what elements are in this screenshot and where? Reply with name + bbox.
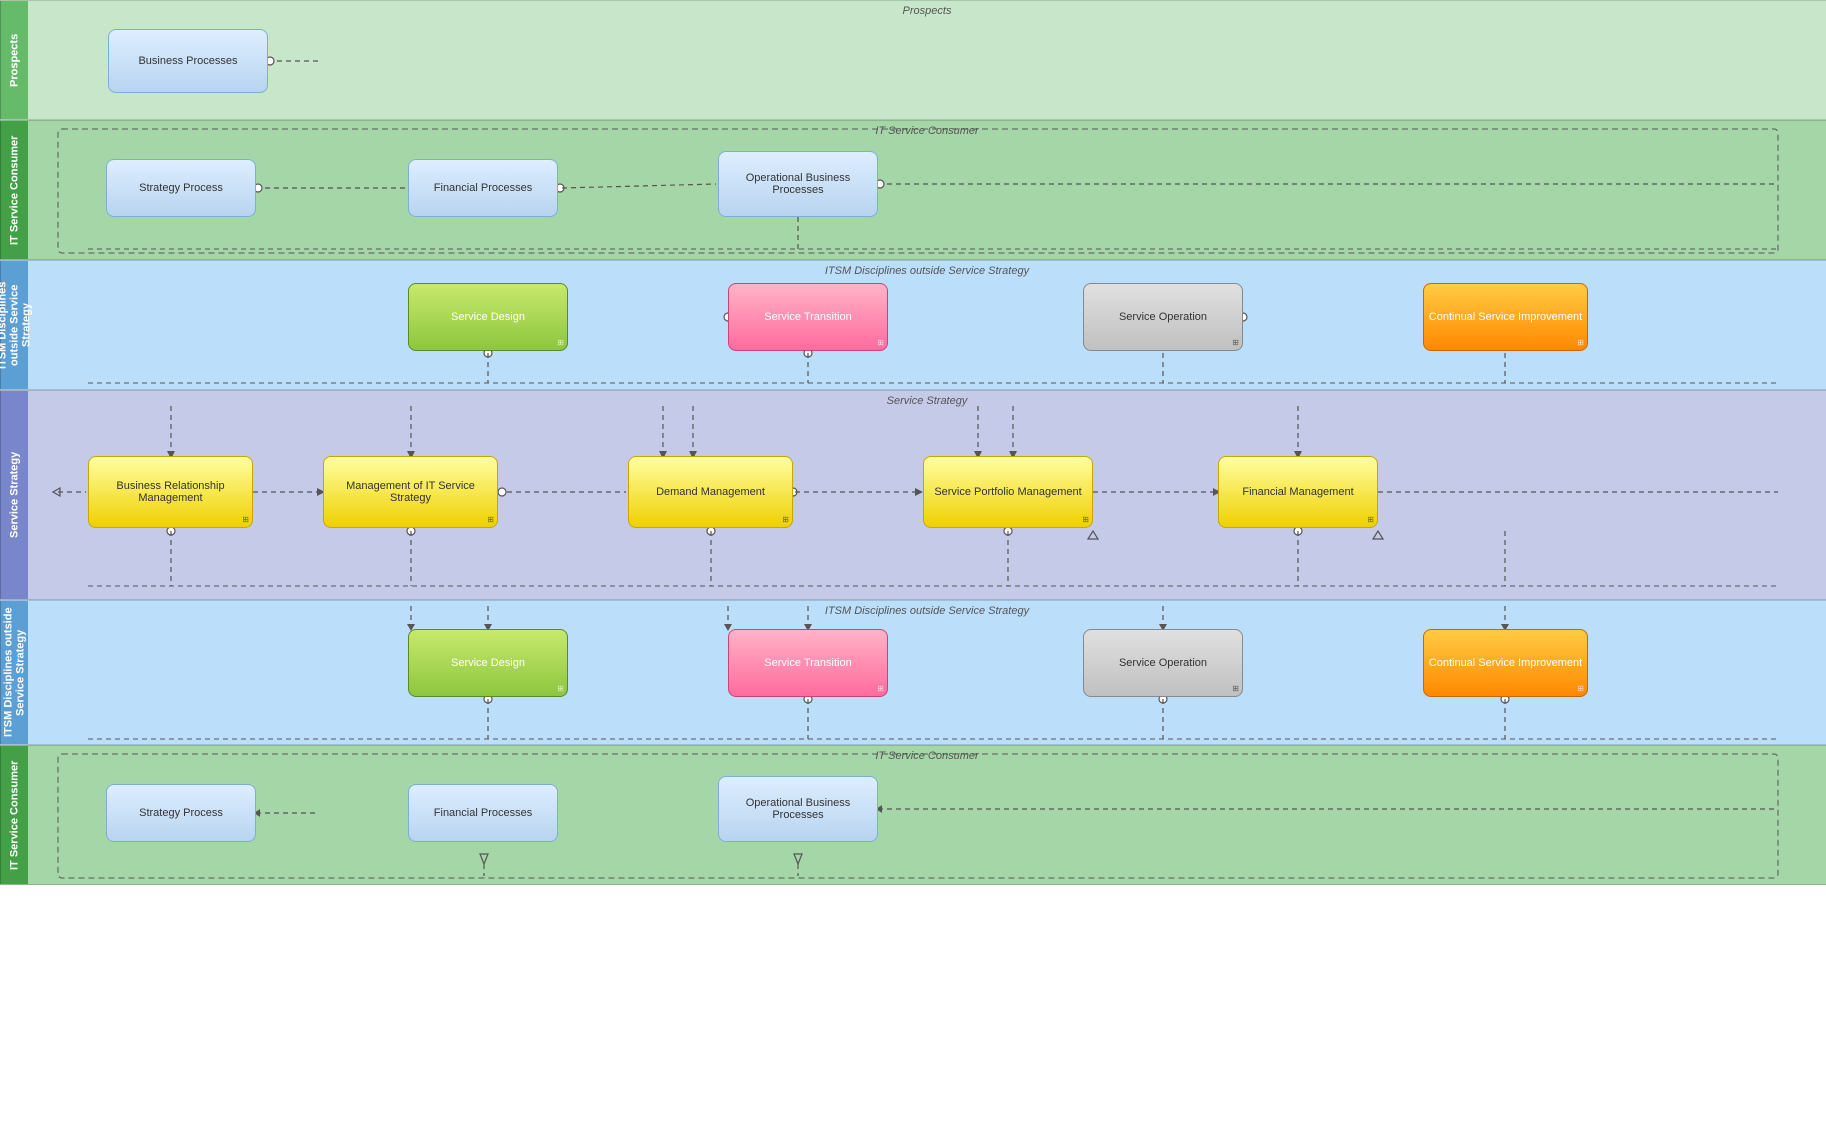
node-service-transition-2[interactable]: Service Transition ⊞ — [728, 629, 888, 697]
connections-row1 — [28, 1, 1826, 119]
swimlane-title-itsm-1: ITSM Disciplines outside Service Strateg… — [825, 265, 1029, 277]
swimlane-content-it-consumer-1: IT Service Consumer Strategy Process Fin… — [28, 121, 1826, 259]
swimlane-title-it-consumer-2: IT Service Consumer — [875, 750, 978, 762]
node-service-portfolio-management[interactable]: Service Portfolio Management ⊞ — [923, 456, 1093, 528]
swimlane-content-prospects: Prospects Business Processes — [28, 1, 1826, 119]
swimlane-label-prospects: Prospects — [0, 1, 28, 119]
node-service-operation-1[interactable]: Service Operation ⊞ — [1083, 283, 1243, 351]
swimlane-content-itsm-outside-2: ITSM Disciplines outside Service Strateg… — [28, 601, 1826, 744]
node-continual-service-improvement-2[interactable]: Continual Service Improvement ⊞ — [1423, 629, 1588, 697]
swimlane-content-service-strategy: Service Strategy Business Relationship M… — [28, 391, 1826, 599]
node-demand-management[interactable]: Demand Management ⊞ — [628, 456, 793, 528]
swimlane-label-service-strategy: Service Strategy — [0, 391, 28, 599]
swimlane-prospects: Prospects Prospects Business Processes — [0, 0, 1826, 120]
node-strategy-process-2[interactable]: Strategy Process — [106, 784, 256, 842]
swimlane-content-itsm-outside-1: ITSM Disciplines outside Service Strateg… — [28, 261, 1826, 389]
diagram-container: Prospects Prospects Business Processes I… — [0, 0, 1826, 1123]
swimlane-it-consumer-2: IT Service Consumer IT Service Consumer … — [0, 745, 1826, 885]
connections-row6 — [28, 746, 1826, 884]
node-service-operation-2[interactable]: Service Operation ⊞ — [1083, 629, 1243, 697]
node-business-processes[interactable]: Business Processes — [108, 29, 268, 93]
node-strategy-process-1[interactable]: Strategy Process — [106, 159, 256, 217]
swimlane-content-it-consumer-2: IT Service Consumer Strategy Process Fin… — [28, 746, 1826, 884]
node-financial-management[interactable]: Financial Management ⊞ — [1218, 456, 1378, 528]
swimlane-itsm-outside-1: ITSM Disciplines outside Service Strateg… — [0, 260, 1826, 390]
node-miss[interactable]: Management of IT Service Strategy ⊞ — [323, 456, 498, 528]
connections-row2 — [28, 121, 1826, 259]
swimlane-label-itsm-outside-1: ITSM Disciplines outside Service Strateg… — [0, 261, 28, 389]
swimlane-title-itsm-2: ITSM Disciplines outside Service Strateg… — [825, 605, 1029, 617]
node-brm[interactable]: Business Relationship Management ⊞ — [88, 456, 253, 528]
swimlane-service-strategy: Service Strategy Service Strategy Busine… — [0, 390, 1826, 600]
node-continual-service-improvement-1[interactable]: Continual Service Improvement ⊞ — [1423, 283, 1588, 351]
node-financial-processes-1[interactable]: Financial Processes — [408, 159, 558, 217]
swimlane-label-it-consumer-2: IT Service Consumer — [0, 746, 28, 884]
swimlane-label-it-consumer-1: IT Service Consumer — [0, 121, 28, 259]
swimlane-it-consumer-1: IT Service Consumer IT Service Consumer … — [0, 120, 1826, 260]
node-operational-business-processes-1[interactable]: Operational Business Processes — [718, 151, 878, 217]
node-financial-processes-2[interactable]: Financial Processes — [408, 784, 558, 842]
node-service-transition-1[interactable]: Service Transition ⊞ — [728, 283, 888, 351]
swimlane-title-service-strategy: Service Strategy — [887, 395, 968, 407]
swimlane-title-prospects: Prospects — [903, 5, 952, 17]
swimlane-title-it-consumer-1: IT Service Consumer — [875, 125, 978, 137]
node-service-design-2[interactable]: Service Design ⊞ — [408, 629, 568, 697]
node-service-design-1[interactable]: Service Design ⊞ — [408, 283, 568, 351]
swimlane-itsm-outside-2: ITSM Disciplines outside Service Strateg… — [0, 600, 1826, 745]
swimlane-label-itsm-outside-2: ITSM Disciplines outside Service Strateg… — [0, 601, 28, 744]
node-operational-business-processes-2[interactable]: Operational Business Processes — [718, 776, 878, 842]
